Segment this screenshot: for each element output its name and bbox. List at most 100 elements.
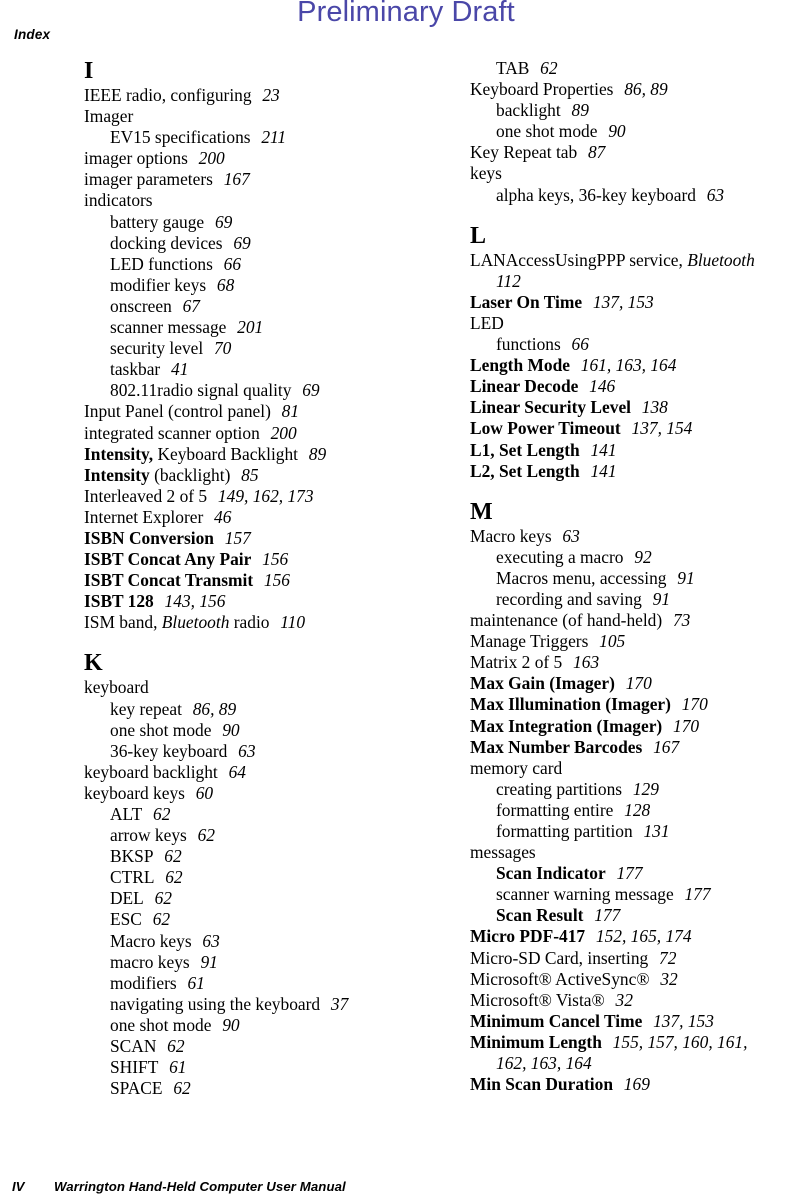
index-entry-pages: 137, 154 bbox=[631, 418, 693, 439]
index-entry-term: ALT bbox=[110, 804, 143, 824]
index-section-letter: M bbox=[470, 498, 493, 525]
index-entry-term: integrated scanner option bbox=[84, 422, 260, 443]
index-entry-term: macro keys bbox=[110, 951, 190, 972]
index-entry-pages: 61 bbox=[187, 972, 205, 993]
index-entry-pages: 177 bbox=[594, 905, 621, 926]
index-entry: ISBT 128 143, 156 bbox=[84, 591, 414, 612]
index-entry: Laser On Time 137, 153 bbox=[470, 292, 812, 313]
index-entry-pages: 68 bbox=[216, 274, 235, 295]
index-entry-pages: 92 bbox=[634, 546, 652, 567]
index-entry-term: Laser On Time bbox=[470, 291, 583, 312]
index-entry: Min Scan Duration 169 bbox=[470, 1074, 812, 1095]
index-entry-pages: 131 bbox=[643, 821, 670, 841]
index-entry-pages: 112 bbox=[496, 270, 521, 291]
index-entry-term: Matrix 2 of 5 bbox=[470, 652, 563, 673]
index-entry-pages: 37 bbox=[330, 993, 349, 1014]
index-entry-pages: 143, 156 bbox=[164, 591, 226, 612]
index-entry: one shot mode 90 bbox=[84, 1015, 414, 1036]
index-entry-pages: 162, 163, 164 bbox=[496, 1053, 592, 1074]
index-entry-pages: 90 bbox=[222, 719, 240, 740]
index-entry: 36-key keyboard 63 bbox=[84, 741, 414, 762]
index-entry: L2, Set Length 141 bbox=[470, 461, 812, 482]
index-entry-term: Macro keys bbox=[110, 930, 192, 951]
index-entry-term: Interleaved 2 of 5 bbox=[84, 485, 208, 506]
index-entry: SCAN 62 bbox=[84, 1036, 414, 1057]
index-entry-term: memory card bbox=[470, 757, 563, 778]
index-entry-term: Microsoft® ActiveSync® bbox=[470, 968, 650, 989]
index-entry-pages: 63 bbox=[706, 184, 725, 205]
index-entry-pages: 62 bbox=[152, 909, 171, 930]
index-entry-pages: 32 bbox=[615, 989, 633, 1010]
index-entry: ESC 62 bbox=[84, 909, 414, 930]
index-entry-term: Minimum Cancel Time bbox=[470, 1010, 643, 1031]
index-entry: functions 66 bbox=[470, 334, 812, 355]
index-entry: Interleaved 2 of 5 149, 162, 173 bbox=[84, 486, 414, 507]
index-entry-term: scanner message bbox=[110, 317, 227, 338]
index-entry: EV15 specifications 211 bbox=[84, 127, 414, 148]
index-entry: Micro-SD Card, inserting 72 bbox=[470, 948, 812, 969]
index-entry-pages: 167 bbox=[223, 169, 250, 190]
index-entry-pages: 211 bbox=[261, 127, 287, 148]
index-entry: Imager bbox=[84, 106, 414, 127]
index-entry-pages: 110 bbox=[280, 612, 306, 633]
index-entry: BKSP 62 bbox=[84, 846, 414, 867]
index-entry: SPACE 62 bbox=[84, 1078, 414, 1099]
index-entry-term: Length Mode bbox=[470, 355, 570, 376]
index-entry: alpha keys, 36-key keyboard 63 bbox=[470, 185, 812, 206]
index-entry-pages: 41 bbox=[171, 359, 189, 380]
index-entry-term: imager parameters bbox=[84, 169, 213, 190]
index-entry-pages: 69 bbox=[302, 380, 320, 401]
index-entry-pages: 89 bbox=[571, 100, 589, 121]
index-entry-pages: 66 bbox=[223, 253, 242, 274]
index-entry-pages: 62 bbox=[165, 867, 183, 888]
index-entry-term: taskbar bbox=[110, 359, 161, 380]
index-entry: Scan Indicator 177 bbox=[470, 863, 812, 884]
index-entry: Microsoft® Vista® 32 bbox=[470, 990, 812, 1011]
index-entry-term: security level bbox=[110, 338, 204, 359]
index-entry-pages: 149, 162, 173 bbox=[217, 485, 314, 506]
index-entry-pages: 23 bbox=[262, 85, 280, 105]
index-entry: formatting partition 131 bbox=[470, 821, 812, 842]
index-entry-pages: 138 bbox=[641, 397, 668, 418]
index-entry-term: keys bbox=[470, 163, 502, 184]
index-entry-pages: 137, 153 bbox=[653, 1010, 714, 1031]
index-entry-term: Min Scan Duration bbox=[470, 1074, 614, 1095]
index-entry-term: SHIFT bbox=[110, 1057, 159, 1078]
index-entry-term: 36-key keyboard bbox=[110, 740, 228, 761]
index-entry-pages: 62 bbox=[540, 58, 558, 78]
index-entry: taskbar 41 bbox=[84, 359, 414, 380]
index-entry: Key Repeat tab 87 bbox=[470, 142, 812, 163]
index-entry-pages: 152, 165, 174 bbox=[595, 926, 692, 947]
index-entry-pages: 200 bbox=[198, 148, 225, 169]
index-entry-term: 802.11radio signal quality bbox=[110, 380, 292, 401]
index-entry: Micro PDF-417 152, 165, 174 bbox=[470, 926, 812, 947]
index-entry: creating partitions 129 bbox=[470, 779, 812, 800]
index-entry: executing a macro 92 bbox=[470, 547, 812, 568]
index-entry: Macro keys 63 bbox=[84, 931, 414, 952]
index-entry-term: executing a macro bbox=[496, 546, 624, 567]
index-entry-pages: 167 bbox=[653, 736, 680, 757]
index-entry-pages: 90 bbox=[222, 1014, 240, 1035]
index-entry-pages: 141 bbox=[590, 439, 617, 460]
index-column-right: TAB 62 Keyboard Properties 86, 89 backlight 8… bbox=[470, 58, 812, 1095]
index-entry: Manage Triggers 105 bbox=[470, 631, 812, 652]
index-entry: Microsoft® ActiveSync® 32 bbox=[470, 969, 812, 990]
index-entry-term: ISBN Conversion bbox=[84, 527, 214, 548]
index-entry-term: Scan Indicator bbox=[496, 863, 606, 884]
index-entry: onscreen 67 bbox=[84, 296, 414, 317]
index-entry: Low Power Timeout 137, 154 bbox=[470, 418, 812, 439]
index-entry-pages: 62 bbox=[197, 825, 215, 846]
index-entry: Linear Decode 146 bbox=[470, 376, 812, 397]
index-entry-continuation: 112 bbox=[470, 271, 812, 292]
index-entry-pages: 69 bbox=[233, 232, 251, 253]
index-entry-pages: 62 bbox=[164, 846, 182, 867]
index-entry-pages: 70 bbox=[213, 338, 232, 359]
index-entry: Macros menu, accessing 91 bbox=[470, 568, 812, 589]
preliminary-draft-watermark: Preliminary Draft bbox=[297, 0, 515, 28]
index-entry: Max Integration (Imager) 170 bbox=[470, 716, 812, 737]
index-entry: ISM band, Bluetooth radio 110 bbox=[84, 612, 414, 633]
index-entry-pages: 170 bbox=[681, 694, 708, 715]
index-entry: Minimum Length 155, 157, 160, 161, bbox=[470, 1032, 812, 1053]
index-entry-term: L1, Set Length bbox=[470, 439, 580, 460]
index-entry: Max Illumination (Imager) 170 bbox=[470, 694, 812, 715]
